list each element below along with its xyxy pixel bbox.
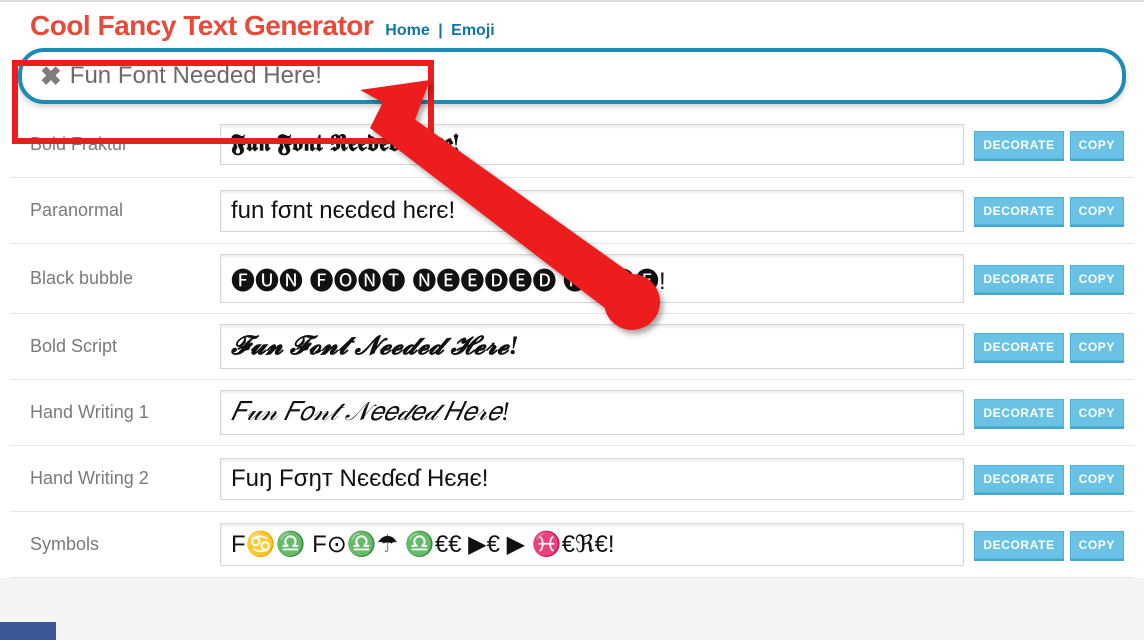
- nav-emoji-link[interactable]: Emoji: [451, 22, 495, 39]
- font-row-output[interactable]: 𝓕𝓾𝓷 𝓕𝓸𝓷𝓽 𝓝𝓮𝓮𝓭𝓮𝓭 𝓗𝓮𝓻𝓮!: [220, 324, 964, 369]
- font-row: Bold Script 𝓕𝓾𝓷 𝓕𝓸𝓷𝓽 𝓝𝓮𝓮𝓭𝓮𝓭 𝓗𝓮𝓻𝓮! DECORATE…: [10, 314, 1134, 380]
- font-row-label: Hand Writing 1: [30, 402, 210, 423]
- decorate-button[interactable]: DECORATE: [974, 131, 1063, 159]
- copy-button[interactable]: COPY: [1070, 265, 1124, 293]
- font-row-label: Black bubble: [30, 268, 210, 289]
- font-row: Symbols F♋♎ F⊙♎☂ ♎€€ ▶€ ▶ ♓€ℜ€! DECORATECO…: [10, 512, 1134, 578]
- font-row-output[interactable]: 𝐹𝓊𝓃 𝐹𝑜𝓃𝓉 𝒩𝑒𝑒𝒹𝑒𝒹 𝐻𝑒𝓇𝑒!: [220, 390, 964, 435]
- copy-button[interactable]: COPY: [1070, 531, 1124, 559]
- decorate-button[interactable]: DECORATE: [974, 333, 1063, 361]
- copy-button[interactable]: COPY: [1070, 333, 1124, 361]
- nav-links: Home | Emoji: [385, 22, 494, 40]
- font-row-actions: DECORATECOPY: [974, 399, 1124, 427]
- nav-separator: |: [438, 22, 442, 39]
- font-row-actions: DECORATECOPY: [974, 265, 1124, 293]
- font-row: Black bubble 🅕🅤🅝 🅕🅞🅝🅣 🅝🅔🅔🅓🅔🅓 🅗🅔🅡🅔! DECORAT…: [10, 244, 1134, 314]
- main-text-input[interactable]: [70, 62, 1108, 90]
- font-row-label: Symbols: [30, 534, 210, 555]
- font-row-output[interactable]: 𝕱𝖚𝖓 𝕱𝖔𝖓𝖙 𝕹𝖊𝖊𝖉𝖊𝖉 𝕳𝖊𝖗𝖊!: [220, 124, 964, 165]
- decorate-button[interactable]: DECORATE: [974, 265, 1063, 293]
- text-input-container: ✖: [18, 48, 1126, 104]
- decorate-button[interactable]: DECORATE: [974, 531, 1063, 559]
- copy-button[interactable]: COPY: [1070, 465, 1124, 493]
- clear-icon[interactable]: ✖: [36, 63, 70, 89]
- copy-button[interactable]: COPY: [1070, 131, 1124, 159]
- font-row-actions: DECORATECOPY: [974, 465, 1124, 493]
- font-row-label: Bold Script: [30, 336, 210, 357]
- brand-title: Cool Fancy Text Generator: [30, 10, 373, 42]
- font-row: Bold Fraktur 𝕱𝖚𝖓 𝕱𝖔𝖓𝖙 𝕹𝖊𝖊𝖉𝖊𝖉 𝕳𝖊𝖗𝖊! DECORAT…: [10, 112, 1134, 178]
- font-row-actions: DECORATECOPY: [974, 531, 1124, 559]
- font-row-output[interactable]: 🅕🅤🅝 🅕🅞🅝🅣 🅝🅔🅔🅓🅔🅓 🅗🅔🅡🅔!: [220, 254, 964, 303]
- font-row-label: Paranormal: [30, 200, 210, 221]
- copy-button[interactable]: COPY: [1070, 197, 1124, 225]
- font-row: Hand Writing 1 𝐹𝓊𝓃 𝐹𝑜𝓃𝓉 𝒩𝑒𝑒𝒹𝑒𝒹 𝐻𝑒𝓇𝑒! DECOR…: [10, 380, 1134, 446]
- decorate-button[interactable]: DECORATE: [974, 197, 1063, 225]
- font-row-label: Bold Fraktur: [30, 134, 210, 155]
- font-row-output[interactable]: fun fσnt nєєdєd hєrє!: [220, 190, 964, 232]
- font-row-output[interactable]: Fuŋ Fσŋт Nєєɗєɗ Hєяє!: [220, 458, 964, 500]
- decorate-button[interactable]: DECORATE: [974, 465, 1063, 493]
- font-row-actions: DECORATECOPY: [974, 131, 1124, 159]
- nav-home-link[interactable]: Home: [385, 22, 429, 39]
- copy-button[interactable]: COPY: [1070, 399, 1124, 427]
- font-row: Paranormal fun fσnt nєєdєd hєrє! DECORATEC…: [10, 178, 1134, 244]
- font-row-actions: DECORATECOPY: [974, 333, 1124, 361]
- font-row: Hand Writing 2 Fuŋ Fσŋт Nєєɗєɗ Hєяє! DECOR…: [10, 446, 1134, 512]
- font-row-actions: DECORATECOPY: [974, 197, 1124, 225]
- facebook-share-stub[interactable]: [0, 622, 56, 640]
- font-row-output[interactable]: F♋♎ F⊙♎☂ ♎€€ ▶€ ▶ ♓€ℜ€!: [220, 523, 964, 566]
- font-row-label: Hand Writing 2: [30, 468, 210, 489]
- decorate-button[interactable]: DECORATE: [974, 399, 1063, 427]
